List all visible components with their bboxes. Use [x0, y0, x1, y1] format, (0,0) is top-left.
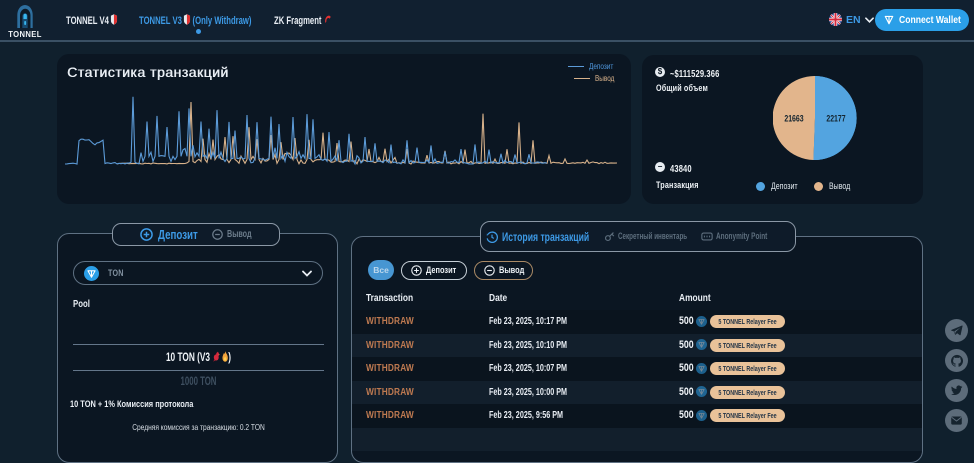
svg-text:21663: 21663 [784, 113, 803, 123]
svg-text:22177: 22177 [826, 113, 845, 123]
